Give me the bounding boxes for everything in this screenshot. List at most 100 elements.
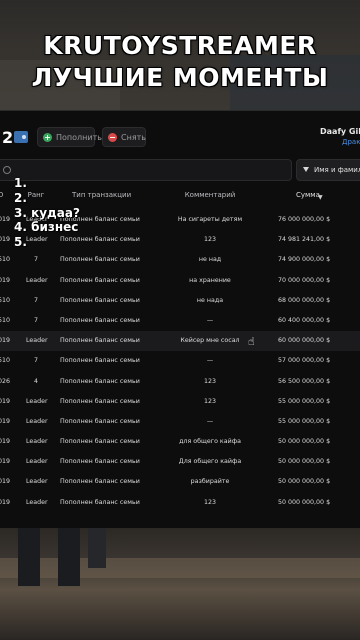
- withdraw-label: Снять: [121, 133, 147, 142]
- cell-type: Пополнен баланс семьи: [60, 316, 140, 324]
- table-row[interactable]: 019 Leader Пополнен баланс семьи Для общего…: [0, 452, 360, 472]
- cell-sum: 50 000 000,00 $: [278, 438, 331, 446]
- cell-sum: 74 900 000,00 $: [278, 256, 331, 264]
- column-id[interactable]: D: [0, 191, 3, 199]
- table-row[interactable]: 510 7 Пополнен баланс семьи — 57 000 000,00 …: [0, 351, 360, 371]
- cell-type: Пополнен баланс семьи: [60, 478, 140, 486]
- cell-rank: 7: [33, 256, 38, 264]
- background-bottom: [0, 528, 360, 640]
- filter-label: Имя и фамилия: [314, 166, 360, 174]
- filter-icon: [303, 167, 309, 172]
- cell-comment: на хранение: [189, 276, 231, 284]
- cell-id: 019: [0, 478, 11, 486]
- cell-rank: 4: [33, 377, 38, 385]
- cell-sum: 50 000 000,00 $: [278, 478, 331, 486]
- cell-comment: разбирайте: [190, 478, 230, 486]
- cell-id: 019: [0, 236, 11, 244]
- cell-rank: Leader: [26, 337, 48, 345]
- table-row[interactable]: 026 4 Пополнен баланс семьи 123 56 500 000,0…: [0, 372, 360, 392]
- user-info: Daafy Gilm Драк: [320, 127, 360, 146]
- overlay-list-item: 2.: [14, 190, 27, 205]
- cell-comment: не нада: [196, 296, 224, 304]
- table-row[interactable]: 019 Leader Пополнен баланс семьи для общего…: [0, 432, 360, 452]
- cell-rank: 7: [33, 296, 38, 304]
- cell-id: 019: [0, 458, 11, 466]
- table-row[interactable]: 019 Leader Пополнен баланс семьи 123 50 000 …: [0, 493, 360, 513]
- user-name: Daafy Gilm: [320, 127, 360, 136]
- cell-type: Пополнен баланс семьи: [60, 296, 140, 304]
- overlay-list-item: 3. кудаа?: [14, 205, 80, 220]
- cell-rank: Leader: [26, 458, 48, 466]
- deposit-label: Пополнить: [56, 133, 102, 142]
- withdraw-button[interactable]: − Снять: [102, 127, 146, 147]
- cell-comment: —: [206, 357, 214, 365]
- cell-comment: —: [206, 417, 214, 425]
- cell-comment: Кейсер мне сосал: [180, 337, 240, 345]
- cell-comment: Для общего кайфа: [178, 458, 242, 466]
- minus-icon: −: [108, 133, 117, 142]
- column-comment[interactable]: Комментарий: [160, 191, 260, 199]
- title-line-1: KRUTOYSTREAMER: [43, 31, 317, 60]
- search-icon: [3, 166, 11, 174]
- wallet-icon: [14, 131, 28, 143]
- table-row[interactable]: 019 Leader Пополнен баланс семьи Кейсер мне…: [0, 331, 360, 352]
- cell-id: 019: [0, 498, 11, 506]
- table-row[interactable]: 510 7 Пополнен баланс семьи не над 74 900 00…: [0, 250, 360, 270]
- cell-rank: Leader: [26, 478, 48, 486]
- cell-rank: 7: [33, 316, 38, 324]
- title-line-2: ЛУЧШИЕ МОМЕНТЫ: [31, 63, 329, 92]
- cell-rank: Leader: [26, 397, 48, 405]
- cell-id: 019: [0, 276, 11, 284]
- cell-rank: Leader: [26, 417, 48, 425]
- family-bank-panel: 2 + Пополнить − Снять Daafy Gilm Драк Им…: [0, 110, 360, 529]
- cell-type: Пополнен баланс семьи: [60, 397, 140, 405]
- plus-icon: +: [43, 133, 52, 142]
- cell-sum: 57 000 000,00 $: [278, 357, 331, 365]
- cell-comment: для общего кайфа: [179, 438, 241, 446]
- cell-comment: 123: [203, 498, 217, 506]
- cell-id: 019: [0, 438, 11, 446]
- table-row[interactable]: 019 Leader Пополнен баланс семьи на хранени…: [0, 271, 360, 291]
- filter-dropdown[interactable]: Имя и фамилия: [296, 159, 360, 181]
- cell-id: 019: [0, 216, 11, 223]
- table-row[interactable]: 019 Leader Пополнен баланс семьи — 55 000 00…: [0, 412, 360, 432]
- user-role[interactable]: Драк: [342, 138, 360, 146]
- cell-sum: 56 500 000,00 $: [278, 377, 331, 385]
- cell-sum: 76 000 000,00 $: [278, 216, 331, 223]
- sort-down-icon[interactable]: ▼: [318, 194, 323, 201]
- cell-type: Пополнен баланс семьи: [60, 256, 140, 264]
- cell-rank: Leader: [26, 276, 48, 284]
- cell-comment: 123: [203, 236, 217, 244]
- cell-comment: —: [206, 316, 214, 324]
- cell-rank: Leader: [26, 438, 48, 446]
- table-row[interactable]: 510 7 Пополнен баланс семьи — 60 400 000,00 …: [0, 311, 360, 331]
- background-shape: [18, 528, 40, 586]
- cell-id: 026: [0, 377, 11, 385]
- cell-sum: 50 000 000,00 $: [278, 458, 331, 466]
- table-row[interactable]: 510 7 Пополнен баланс семьи не нада 68 000 0…: [0, 291, 360, 311]
- overlay-list: 1. 2. 3. кудаа? 4. бизнес 5.: [14, 176, 80, 250]
- column-type[interactable]: Тип транзакции: [72, 191, 131, 199]
- cell-sum: 55 000 000,00 $: [278, 397, 331, 405]
- cell-type: Пополнен баланс семьи: [60, 417, 140, 425]
- cell-type: Пополнен баланс семьи: [60, 276, 140, 284]
- video-title: KRUTOYSTREAMER ЛУЧШИЕ МОМЕНТЫ: [0, 30, 360, 94]
- cell-comment: 123: [203, 397, 217, 405]
- cell-id: 019: [0, 337, 11, 345]
- cell-id: 510: [0, 316, 11, 324]
- cell-type: Пополнен баланс семьи: [60, 498, 140, 506]
- table-row[interactable]: 019 Leader Пополнен баланс семьи разбирайте…: [0, 472, 360, 492]
- cell-sum: 70 000 000,00 $: [278, 276, 331, 284]
- column-sum[interactable]: Сумма: [296, 191, 320, 199]
- cell-type: Пополнен баланс семьи: [60, 337, 140, 345]
- table-row[interactable]: 019 Leader Пополнен баланс семьи 123 55 000 …: [0, 392, 360, 412]
- cell-comment: не над: [198, 256, 222, 264]
- cell-rank: Leader: [26, 498, 48, 506]
- overlay-list-item: 5.: [14, 235, 27, 250]
- overlay-list-item: 4. бизнес: [14, 220, 79, 235]
- background-shape: [0, 558, 360, 578]
- cell-rank: 7: [33, 357, 38, 365]
- toolbar: 2 + Пополнить − Снять Daafy Gilm Драк: [0, 125, 360, 151]
- deposit-button[interactable]: + Пополнить: [37, 127, 102, 147]
- cell-id: 510: [0, 256, 11, 264]
